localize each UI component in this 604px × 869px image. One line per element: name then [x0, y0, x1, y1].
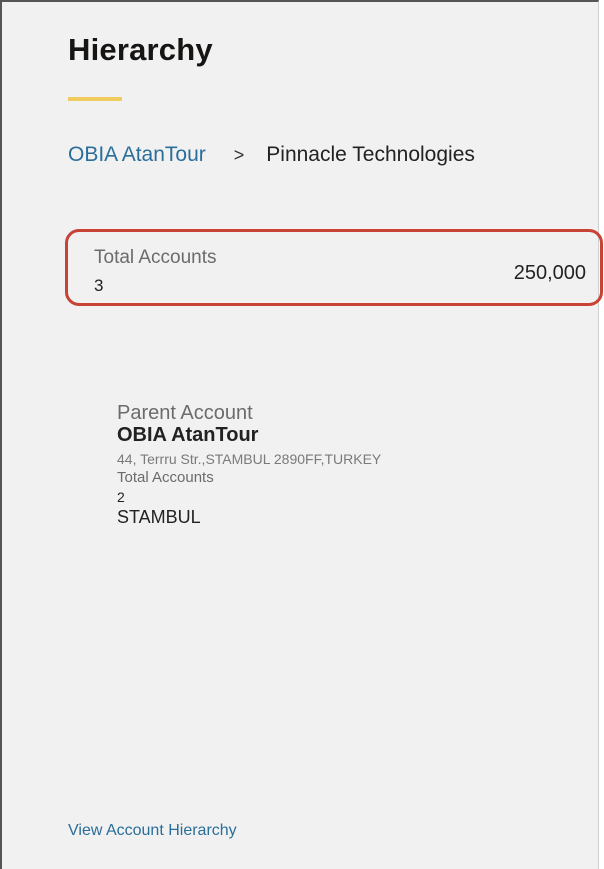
view-account-hierarchy-link[interactable]: View Account Hierarchy [68, 822, 237, 840]
parent-account-address: 44, Terrru Str.,STAMBUL 2890FF,TURKEY [117, 451, 382, 467]
parent-account-card: Parent Account OBIA AtanTour 44, Terrru … [117, 402, 381, 528]
breadcrumb-current: Pinnacle Technologies [266, 143, 475, 166]
parent-total-accounts-label: Total Accounts [117, 469, 214, 486]
hierarchy-panel: Hierarchy OBIA AtanTour > Pinnacle Techn… [0, 0, 603, 869]
total-accounts-label: Total Accounts [94, 247, 217, 268]
panel-title: Hierarchy [68, 32, 213, 67]
breadcrumb-separator: > [233, 144, 245, 165]
parent-account-city: STAMBUL [117, 507, 201, 527]
title-underline-accent [68, 97, 122, 101]
parent-total-accounts-count: 2 [117, 489, 125, 505]
breadcrumb-link-parent[interactable]: OBIA AtanTour [68, 143, 206, 167]
total-accounts-summary: Total Accounts 3 250,000 [65, 229, 603, 306]
parent-account-name: OBIA AtanTour [117, 424, 259, 446]
breadcrumb: OBIA AtanTour > Pinnacle Technologies [68, 143, 475, 167]
total-accounts-count: 3 [94, 276, 104, 295]
parent-account-heading: Parent Account [117, 402, 253, 424]
total-accounts-value: 250,000 [513, 262, 586, 284]
